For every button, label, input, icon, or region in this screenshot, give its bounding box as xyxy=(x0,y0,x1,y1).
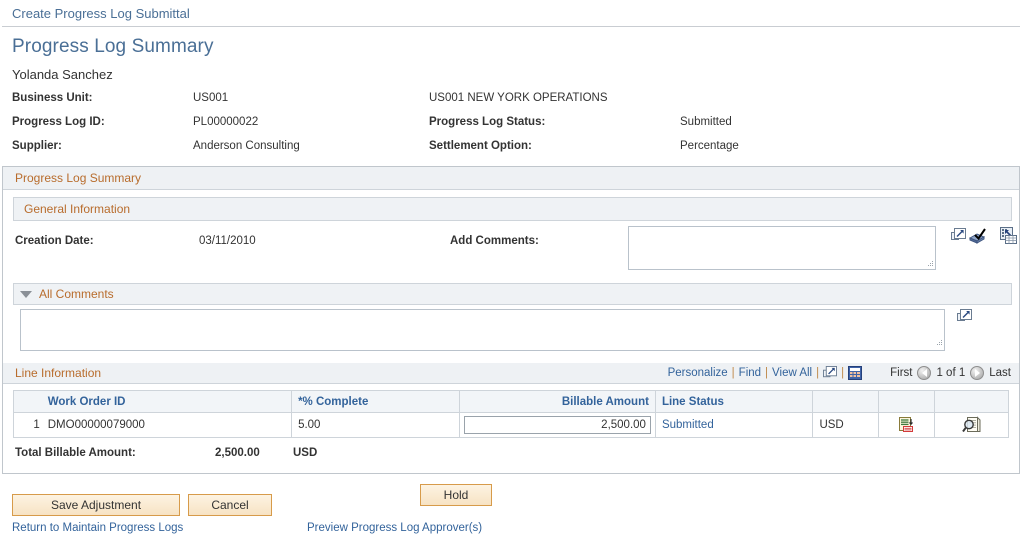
progress-log-status-label: Progress Log Status: xyxy=(429,116,546,128)
column-header-icon-2 xyxy=(934,390,1009,413)
business-unit-description: US001 NEW YORK OPERATIONS xyxy=(429,92,608,104)
settlement-option-value: Percentage xyxy=(680,140,739,152)
progress-log-summary-group-header: Progress Log Summary xyxy=(3,167,1019,190)
spell-check-icon[interactable] xyxy=(968,228,987,247)
preview-progress-log-approvers-link[interactable]: Preview Progress Log Approver(s) xyxy=(307,522,482,534)
cell-notes-icon xyxy=(877,412,936,438)
line-status-link[interactable]: Submitted xyxy=(662,419,714,431)
all-comments-section-header[interactable]: All Comments xyxy=(13,283,1012,305)
column-header-pct-complete[interactable]: *% Complete xyxy=(291,390,461,413)
table-header-row: Work Order ID *% Complete Billable Amoun… xyxy=(12,390,1009,413)
all-comments-title: All Comments xyxy=(39,287,114,301)
total-billable-amount-label: Total Billable Amount: xyxy=(15,447,136,459)
footer-actions: Save Adjustment Cancel Hold Return to Ma… xyxy=(0,484,1022,546)
line-notes-icon[interactable] xyxy=(898,417,914,433)
progress-log-summary-group: Progress Log Summary General Information… xyxy=(2,166,1020,474)
page-title: Progress Log Summary xyxy=(12,36,214,57)
cell-work-order-id: DMO00000079000 xyxy=(41,412,293,438)
breadcrumb-bar: Create Progress Log Submittal xyxy=(2,0,1020,27)
pager-first-label[interactable]: First xyxy=(890,367,912,379)
cell-details-icon xyxy=(934,412,1009,438)
cell-line-status: Submitted xyxy=(654,412,814,438)
line-information-header: Line Information Personalize | Find | Vi… xyxy=(3,363,1019,384)
download-popup-icon[interactable] xyxy=(823,366,838,380)
supplier-value: Anderson Consulting xyxy=(193,140,300,152)
pager-counter: 1 of 1 xyxy=(936,367,966,379)
cell-billable-amount xyxy=(459,412,656,438)
breadcrumb-link-create-progress-log-submittal[interactable]: Create Progress Log Submittal xyxy=(12,6,190,21)
business-unit-label: Business Unit: xyxy=(12,92,93,104)
general-information-header: General Information xyxy=(13,197,1012,221)
all-comments-input[interactable] xyxy=(20,309,945,351)
header-row-supplier: Supplier: Anderson Consulting Settlement… xyxy=(12,140,1022,162)
column-header-icon-1 xyxy=(877,390,936,413)
header-fields: Business Unit: US001 US001 NEW YORK OPER… xyxy=(12,92,1022,160)
view-all-link[interactable]: View All xyxy=(772,367,812,379)
collapse-triangle-down-icon[interactable] xyxy=(20,290,32,298)
return-to-maintain-progress-logs-link[interactable]: Return to Maintain Progress Logs xyxy=(12,522,183,534)
save-adjustment-button[interactable]: Save Adjustment xyxy=(12,494,180,516)
user-name: Yolanda Sanchez xyxy=(12,67,113,82)
general-information-body: Creation Date: 03/11/2010 Add Comments: xyxy=(15,221,1017,283)
progress-log-summary-body: General Information Creation Date: 03/11… xyxy=(3,197,1019,465)
add-comments-input[interactable] xyxy=(628,226,936,270)
column-header-currency xyxy=(812,390,879,413)
all-comments-expand-popup-icon[interactable] xyxy=(957,309,972,327)
column-header-row-number xyxy=(12,390,42,413)
billable-amount-input[interactable] xyxy=(464,416,651,434)
grid-expand-icon[interactable] xyxy=(1000,227,1017,247)
line-information-title: Line Information xyxy=(15,366,102,380)
line-information-toolbar: Personalize | Find | View All | | First … xyxy=(668,366,1011,380)
settlement-option-label: Settlement Option: xyxy=(429,140,532,152)
expand-popup-icon[interactable] xyxy=(951,228,966,246)
progress-log-id-value: PL00000022 xyxy=(193,116,259,128)
toolbar-separator-1: | xyxy=(731,367,735,379)
toolbar-separator-2: | xyxy=(765,367,769,379)
next-arrow-icon[interactable] xyxy=(970,366,985,380)
total-billable-amount-value: 2,500.00 xyxy=(215,447,260,459)
cancel-button[interactable]: Cancel xyxy=(188,494,272,516)
supplier-label: Supplier: xyxy=(12,140,62,152)
creation-date-label: Creation Date: xyxy=(15,235,94,247)
total-billable-amount-currency: USD xyxy=(293,447,318,459)
line-details-search-icon[interactable] xyxy=(961,416,982,434)
total-billable-amount-row: Total Billable Amount: 2,500.00 USD xyxy=(15,447,1019,465)
table-row: 1 DMO00000079000 5.00 Submitted USD xyxy=(12,412,1009,438)
creation-date-value: 03/11/2010 xyxy=(199,235,256,247)
header-row-business-unit: Business Unit: US001 US001 NEW YORK OPER… xyxy=(12,92,1022,114)
header-row-progress-log-id: Progress Log ID: PL00000022 Progress Log… xyxy=(12,116,1022,138)
cell-row-number: 1 xyxy=(12,412,42,438)
pager-last-label[interactable]: Last xyxy=(989,367,1011,379)
cell-pct-complete: 5.00 xyxy=(291,412,461,438)
prev-arrow-icon[interactable] xyxy=(917,366,932,380)
business-unit-value: US001 xyxy=(193,92,229,104)
grid-view-icon[interactable] xyxy=(848,366,863,380)
cell-currency: USD xyxy=(812,412,879,438)
toolbar-separator-3: | xyxy=(816,367,820,379)
personalize-link[interactable]: Personalize xyxy=(668,367,728,379)
grid-pager: First 1 of 1 Last xyxy=(890,366,1011,380)
progress-log-id-label: Progress Log ID: xyxy=(12,116,105,128)
toolbar-separator-4: | xyxy=(841,367,845,379)
column-header-billable-amount[interactable]: Billable Amount xyxy=(459,390,656,413)
find-link[interactable]: Find xyxy=(739,367,761,379)
line-information-table: Work Order ID *% Complete Billable Amoun… xyxy=(12,390,1009,438)
all-comments-body xyxy=(13,307,1012,355)
progress-log-status-value: Submitted xyxy=(680,116,732,128)
hold-button[interactable]: Hold xyxy=(420,484,492,506)
column-header-work-order-id[interactable]: Work Order ID xyxy=(41,390,293,413)
add-comments-label: Add Comments: xyxy=(450,235,539,247)
column-header-line-status[interactable]: Line Status xyxy=(654,390,814,413)
